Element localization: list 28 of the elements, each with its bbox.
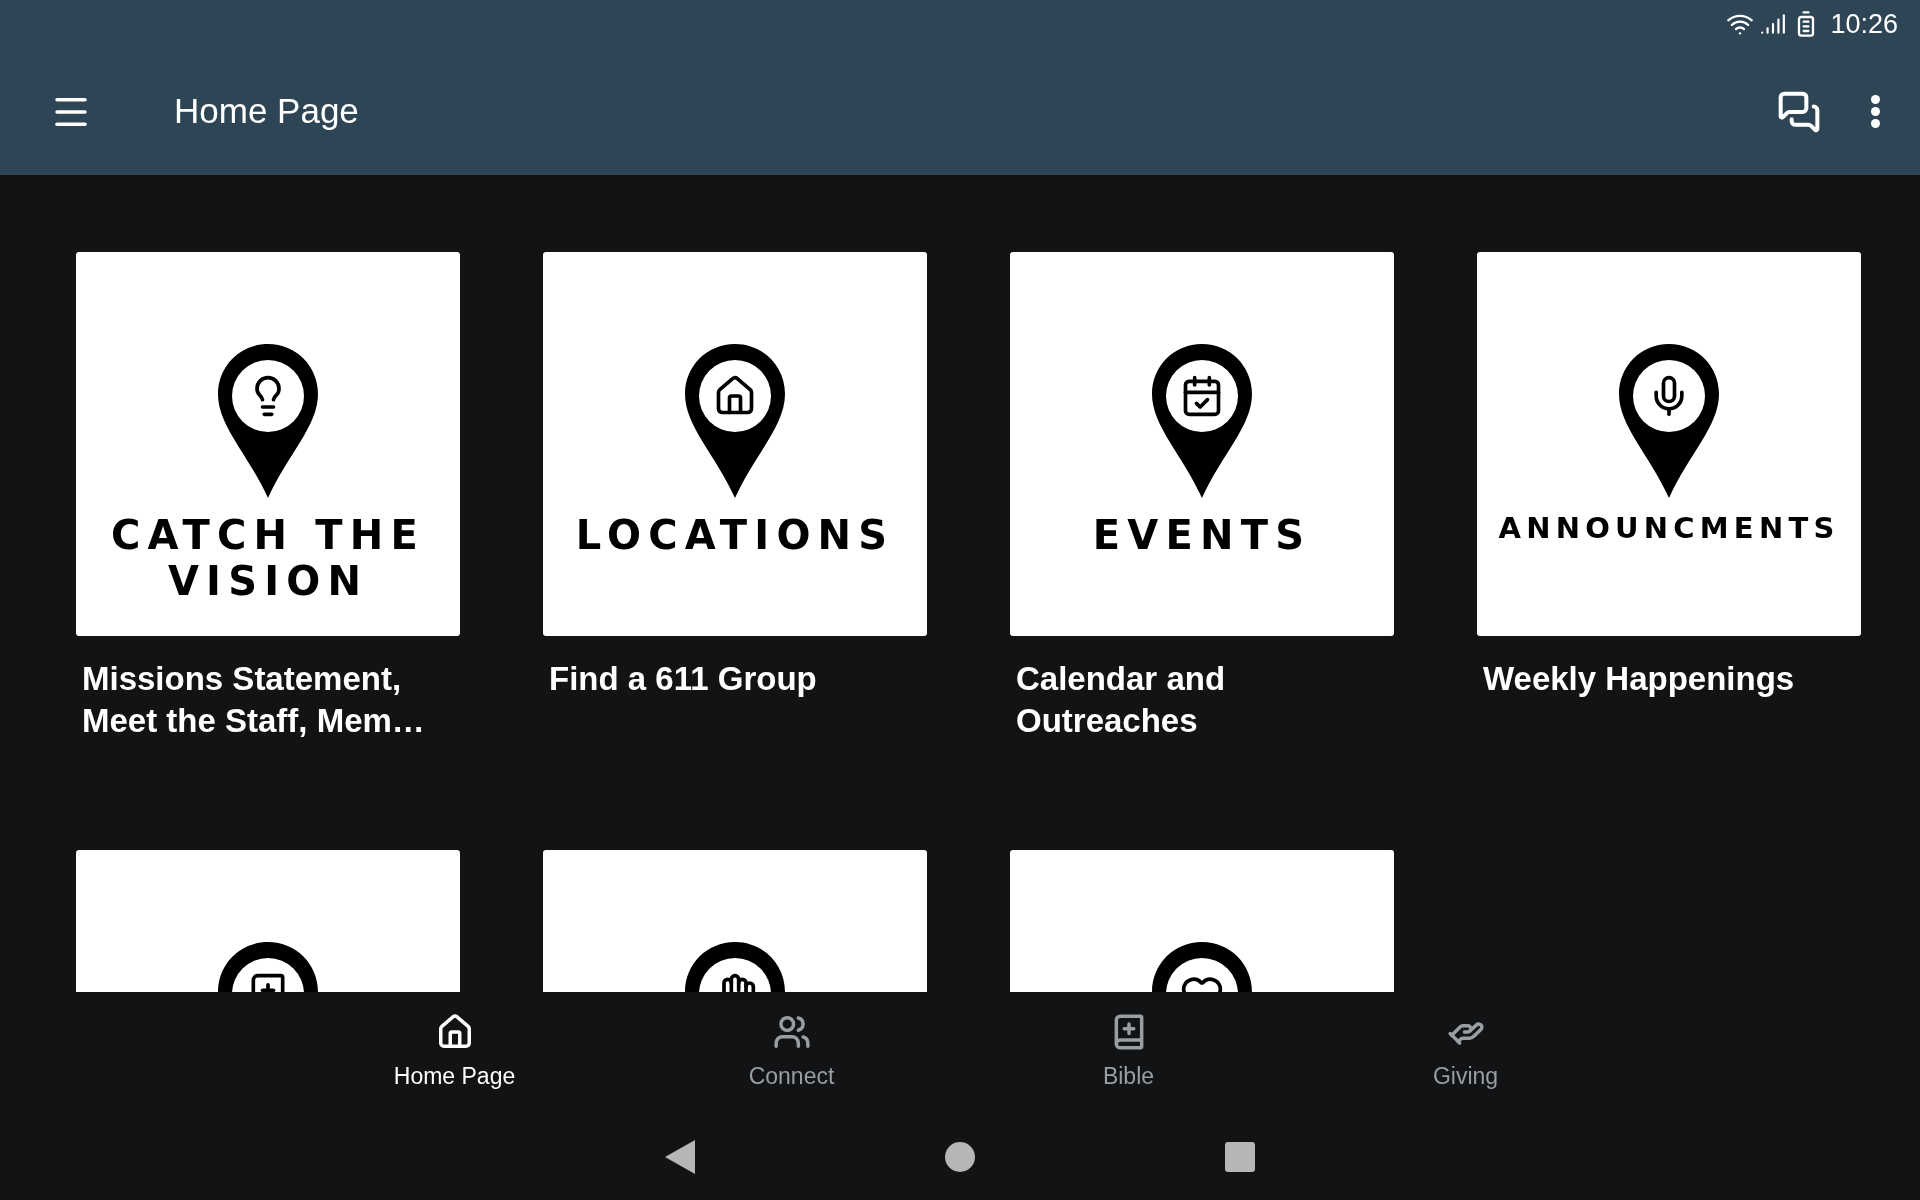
status-time: 10:26	[1830, 7, 1898, 41]
tile-image[interactable]: EVENTS	[1010, 252, 1394, 636]
tile-image[interactable]: ANNOUNCMENTS	[1477, 252, 1861, 636]
bottom-nav-tab[interactable]: Home Page	[286, 1012, 623, 1094]
bottom-nav-tab[interactable]: Connect	[623, 1012, 960, 1094]
chat-button[interactable]	[1777, 89, 1821, 134]
bottom-nav-tab[interactable]: Giving	[1297, 1012, 1634, 1094]
tile-image-title: CATCH THE VISION	[109, 512, 427, 604]
pin-microphone-icon	[1619, 344, 1719, 498]
app-bar-title: Home Page	[174, 90, 359, 133]
tile-image-title: EVENTS	[1092, 512, 1312, 558]
more-icon	[1871, 95, 1880, 128]
pin-lightbulb-icon	[218, 344, 318, 498]
pin-house-icon	[685, 344, 785, 498]
tile-caption[interactable]: Weekly Happenings	[1477, 658, 1861, 700]
signal-icon	[1760, 11, 1787, 37]
tile-image[interactable]: CATCH THE VISION	[76, 252, 460, 636]
chat-icon	[1777, 89, 1821, 134]
pin-calendar-check-icon	[1152, 344, 1252, 498]
tile-image-title: ANNOUNCMENTS	[1498, 512, 1840, 546]
more-button[interactable]	[1871, 95, 1880, 128]
tile-caption[interactable]: Calendar and Outreaches	[1010, 658, 1394, 742]
back-icon[interactable]	[665, 1140, 695, 1174]
tile-caption[interactable]: Find a 611 Group	[543, 658, 927, 700]
tile-caption[interactable]: Missions Statement, Meet the Staff, Mem…	[76, 658, 460, 742]
bottom-nav-tab[interactable]: Bible	[960, 1012, 1297, 1094]
tile-image[interactable]: LOCATIONS	[543, 252, 927, 636]
tile-image-title: LOCATIONS	[575, 512, 895, 558]
